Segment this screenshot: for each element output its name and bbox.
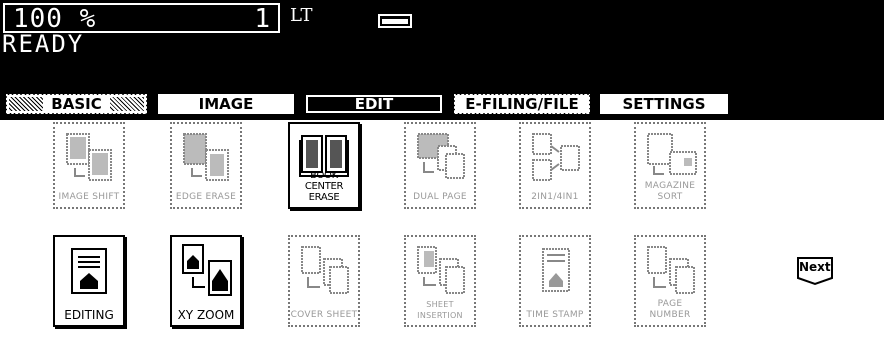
editing-button[interactable]: EDITING bbox=[53, 235, 125, 327]
2in1-4in1-icon bbox=[532, 133, 580, 181]
magazine-sort-button[interactable]: MAGAZINE SORT bbox=[634, 122, 706, 209]
page-number-icon bbox=[647, 246, 695, 294]
copy-count: 1 bbox=[254, 4, 270, 34]
2in1-4in1-button[interactable]: 2IN1/4IN1 bbox=[519, 122, 591, 209]
copy-counter: 100 % 1 bbox=[3, 3, 280, 34]
tab-bar: BASIC IMAGE EDIT E-FILING/FILE SETTINGS bbox=[0, 90, 884, 118]
sheet-insertion-icon bbox=[417, 246, 465, 294]
tab-edit[interactable]: EDIT bbox=[303, 92, 445, 116]
paper-size: LT bbox=[290, 5, 313, 26]
2in1-4in1-label: 2IN1/4IN1 bbox=[531, 192, 579, 202]
page-number-label: PAGE NUMBER bbox=[649, 299, 691, 320]
magazine-sort-icon bbox=[647, 133, 697, 175]
xy-zoom-icon bbox=[182, 244, 232, 296]
magazine-sort-label: MAGAZINE SORT bbox=[644, 181, 696, 202]
cover-sheet-icon bbox=[301, 246, 349, 294]
book-center-erase-label: BOOK CENTER ERASE bbox=[304, 170, 344, 203]
next-button[interactable]: Next bbox=[796, 256, 834, 286]
page-number-button[interactable]: PAGE NUMBER bbox=[634, 235, 706, 327]
edge-erase-button[interactable]: EDGE ERASE bbox=[170, 122, 242, 209]
dual-page-label: DUAL PAGE bbox=[413, 192, 467, 202]
sheet-insertion-button[interactable]: SHEET INSERTION bbox=[404, 235, 476, 327]
edge-erase-icon bbox=[183, 133, 229, 181]
tab-settings[interactable]: SETTINGS bbox=[598, 92, 730, 116]
sheet-insertion-label: SHEET INSERTION bbox=[417, 300, 463, 320]
cover-sheet-label: COVER SHEET bbox=[290, 310, 358, 320]
editing-label: EDITING bbox=[64, 308, 114, 322]
cover-sheet-button[interactable]: COVER SHEET bbox=[288, 235, 360, 327]
dual-page-icon bbox=[417, 133, 465, 179]
status-bar: 100 % 1 LT READY bbox=[0, 0, 884, 90]
time-stamp-icon bbox=[542, 248, 570, 292]
tab-basic[interactable]: BASIC bbox=[4, 92, 149, 116]
edge-erase-label: EDGE ERASE bbox=[175, 192, 237, 202]
time-stamp-label: TIME STAMP bbox=[526, 310, 584, 320]
dual-page-button[interactable]: DUAL PAGE bbox=[404, 122, 476, 209]
image-shift-button[interactable]: IMAGE SHIFT bbox=[53, 122, 125, 209]
tab-e-filing-file[interactable]: E-FILING/FILE bbox=[452, 92, 592, 116]
image-shift-label: IMAGE SHIFT bbox=[58, 192, 120, 202]
book-center-erase-button[interactable]: BOOK CENTER ERASE bbox=[288, 122, 360, 209]
editing-icon bbox=[71, 248, 107, 294]
xy-zoom-button[interactable]: XY ZOOM bbox=[170, 235, 242, 327]
xy-zoom-label: XY ZOOM bbox=[177, 308, 235, 322]
tab-image[interactable]: IMAGE bbox=[156, 92, 296, 116]
next-label: Next bbox=[799, 260, 831, 274]
status-message: READY bbox=[2, 30, 85, 58]
paper-tray-icon bbox=[378, 14, 412, 28]
time-stamp-button[interactable]: TIME STAMP bbox=[519, 235, 591, 327]
image-shift-icon bbox=[66, 133, 112, 181]
